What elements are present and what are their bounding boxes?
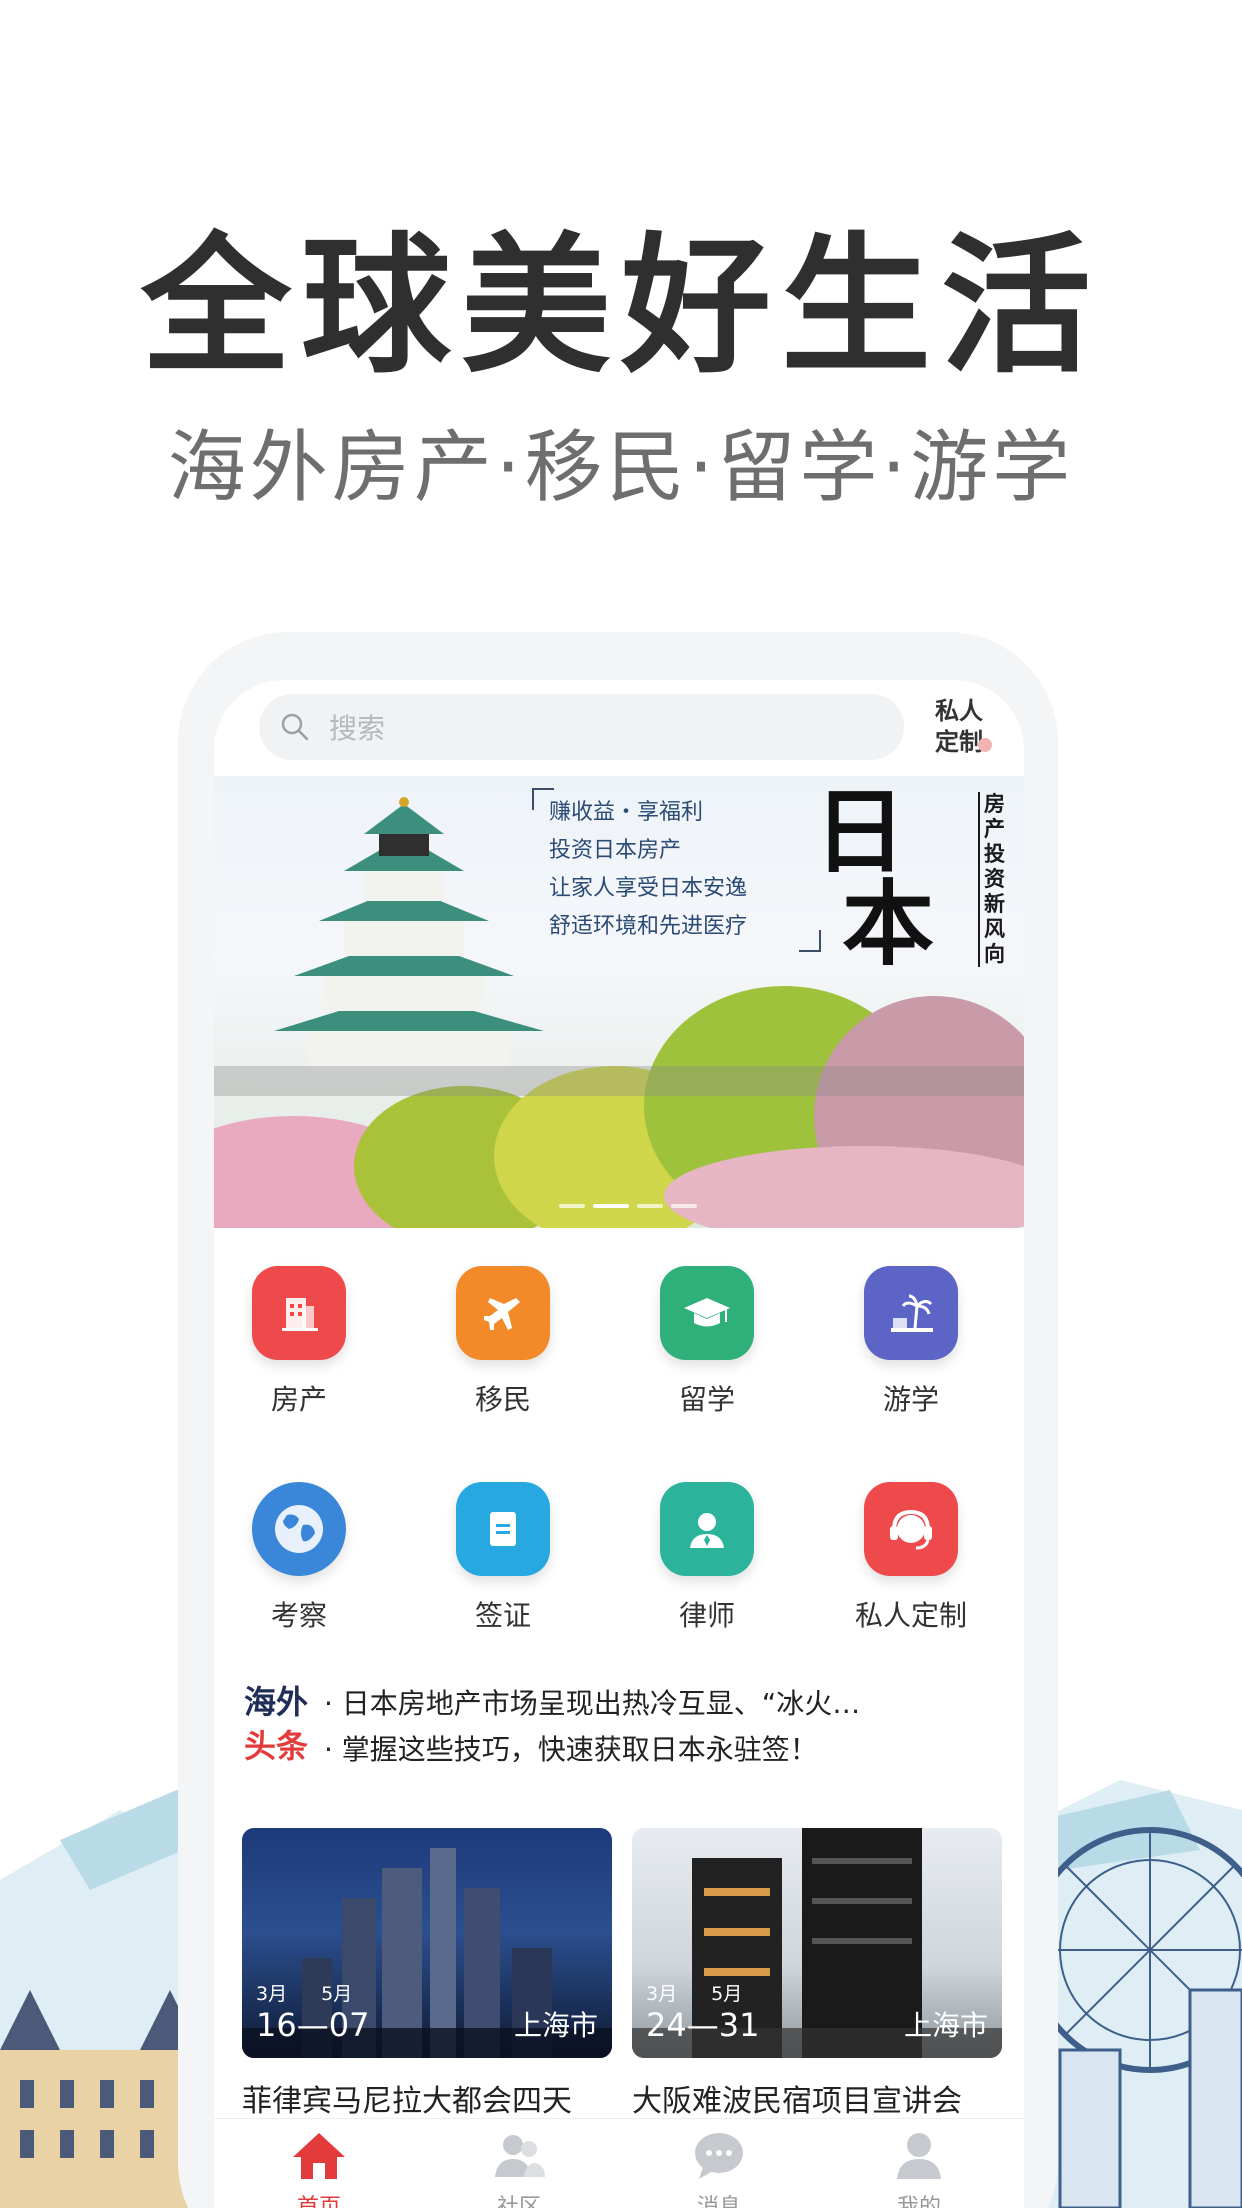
- category-label: 游学: [882, 1383, 939, 1416]
- banner-pagination: [559, 1204, 697, 1208]
- category-study-abroad[interactable]: 留学: [642, 1266, 772, 1418]
- news-item[interactable]: · 掌握这些技巧，快速获取日本永驻签！: [324, 1728, 818, 1768]
- category-label: 签证: [474, 1599, 531, 1632]
- category-lawyer[interactable]: 律师: [642, 1482, 772, 1634]
- tab-label: 消息: [696, 2195, 741, 2208]
- category-private-custom[interactable]: 私人定制: [846, 1482, 976, 1634]
- pagination-dot[interactable]: [671, 1204, 697, 1208]
- message-icon: [695, 2133, 743, 2179]
- document-icon: [456, 1482, 550, 1576]
- graduation-cap-icon: [660, 1266, 754, 1360]
- pagination-dot[interactable]: [559, 1204, 585, 1208]
- banner-line: 让家人享受日本安逸: [549, 876, 748, 901]
- tab-messages[interactable]: 消息: [669, 2127, 769, 2208]
- search-icon: [281, 713, 309, 741]
- category-label: 考察: [270, 1599, 327, 1632]
- home-icon: [293, 2133, 345, 2179]
- banner-big-char: 日: [814, 778, 907, 886]
- event-card[interactable]: 3月 5月 16—07 上海市 菲律宾马尼拉大都会四天: [242, 1828, 612, 2120]
- tab-label: 首页: [296, 2195, 341, 2208]
- headset-icon: [864, 1482, 958, 1576]
- headline: 全球美好生活: [140, 220, 1101, 394]
- pagination-dot[interactable]: [637, 1204, 663, 1208]
- search-placeholder: 搜索: [329, 712, 386, 745]
- event-months: 3月 5月: [646, 1983, 743, 2005]
- beach-icon: [864, 1266, 958, 1360]
- event-title: 菲律宾马尼拉大都会四天: [242, 2084, 572, 2119]
- lawyer-icon: [660, 1482, 754, 1576]
- tab-home[interactable]: 首页: [269, 2127, 369, 2208]
- overseas-headlines-logo: 海外 头条: [244, 1680, 310, 1768]
- notification-dot: [978, 738, 992, 752]
- category-label: 房产: [270, 1383, 327, 1416]
- phone-screen: 搜索 私人 定制 赚收益・享福利 投资日本房产 让家人享受日本安逸 舒适环境和先…: [214, 680, 1024, 2208]
- banner-line: 舒适环境和先进医疗: [549, 914, 748, 939]
- event-image: 3月 5月 24—31 上海市: [632, 1828, 1002, 2058]
- category-label: 移民: [474, 1383, 531, 1416]
- category-property[interactable]: 房产: [234, 1266, 364, 1418]
- building-icon: [252, 1266, 346, 1360]
- event-title: 大阪难波民宿项目宣讲会: [632, 2084, 962, 2119]
- banner-big-title: 日 本: [814, 786, 934, 970]
- event-card[interactable]: 3月 5月 24—31 上海市 大阪难波民宿项目宣讲会: [632, 1828, 1002, 2120]
- event-dates: 24—31: [646, 2006, 760, 2044]
- event-months: 3月 5月: [256, 1983, 353, 2005]
- tab-label: 社区: [496, 2195, 541, 2208]
- profile-icon: [897, 2133, 941, 2179]
- community-icon: [495, 2135, 545, 2177]
- tab-label: 我的: [896, 2195, 941, 2208]
- tab-community[interactable]: 社区: [469, 2127, 569, 2208]
- bottom-tab-bar: 首页 社区 消息 我的: [214, 2118, 1024, 2208]
- banner-big-char: 本: [842, 870, 935, 978]
- category-visa[interactable]: 签证: [438, 1482, 568, 1634]
- banner-copy: 赚收益・享福利 投资日本房产 让家人享受日本安逸 舒适环境和先进医疗: [549, 794, 747, 946]
- category-inspection[interactable]: 考察: [234, 1482, 364, 1634]
- event-image: 3月 5月 16—07 上海市: [242, 1828, 612, 2058]
- private-button-line1: 私人: [935, 697, 983, 725]
- private-custom-button[interactable]: 私人 定制: [924, 696, 994, 758]
- pagination-dot-active[interactable]: [593, 1204, 629, 1208]
- category-label: 留学: [678, 1383, 735, 1416]
- promo-banner[interactable]: 赚收益・享福利 投资日本房产 让家人享受日本安逸 舒适环境和先进医疗 日 本 房…: [214, 776, 1024, 1228]
- category-label: 私人定制: [854, 1599, 967, 1632]
- category-immigration[interactable]: 移民: [438, 1266, 568, 1418]
- airplane-icon: [456, 1266, 550, 1360]
- category-label: 律师: [678, 1599, 735, 1632]
- logo-line2: 头条: [244, 1727, 309, 1765]
- search-input[interactable]: 搜索: [259, 694, 904, 760]
- event-dates: 16—07: [256, 2006, 370, 2044]
- subline: 海外房产·移民·留学·游学: [167, 423, 1075, 513]
- banner-side-text: 房产投资新风向: [978, 792, 1006, 967]
- news-item[interactable]: · 日本房地产市场呈现出热冷互显、“冰火…: [324, 1682, 860, 1722]
- banner-line: 赚收益・享福利: [549, 800, 704, 825]
- category-study-tour[interactable]: 游学: [846, 1266, 976, 1418]
- tab-profile[interactable]: 我的: [869, 2127, 969, 2208]
- event-city: 上海市: [903, 2009, 988, 2042]
- banner-line: 投资日本房产: [549, 838, 682, 863]
- event-city: 上海市: [513, 2009, 598, 2042]
- globe-icon: [252, 1482, 346, 1576]
- logo-line1: 海外: [244, 1683, 309, 1721]
